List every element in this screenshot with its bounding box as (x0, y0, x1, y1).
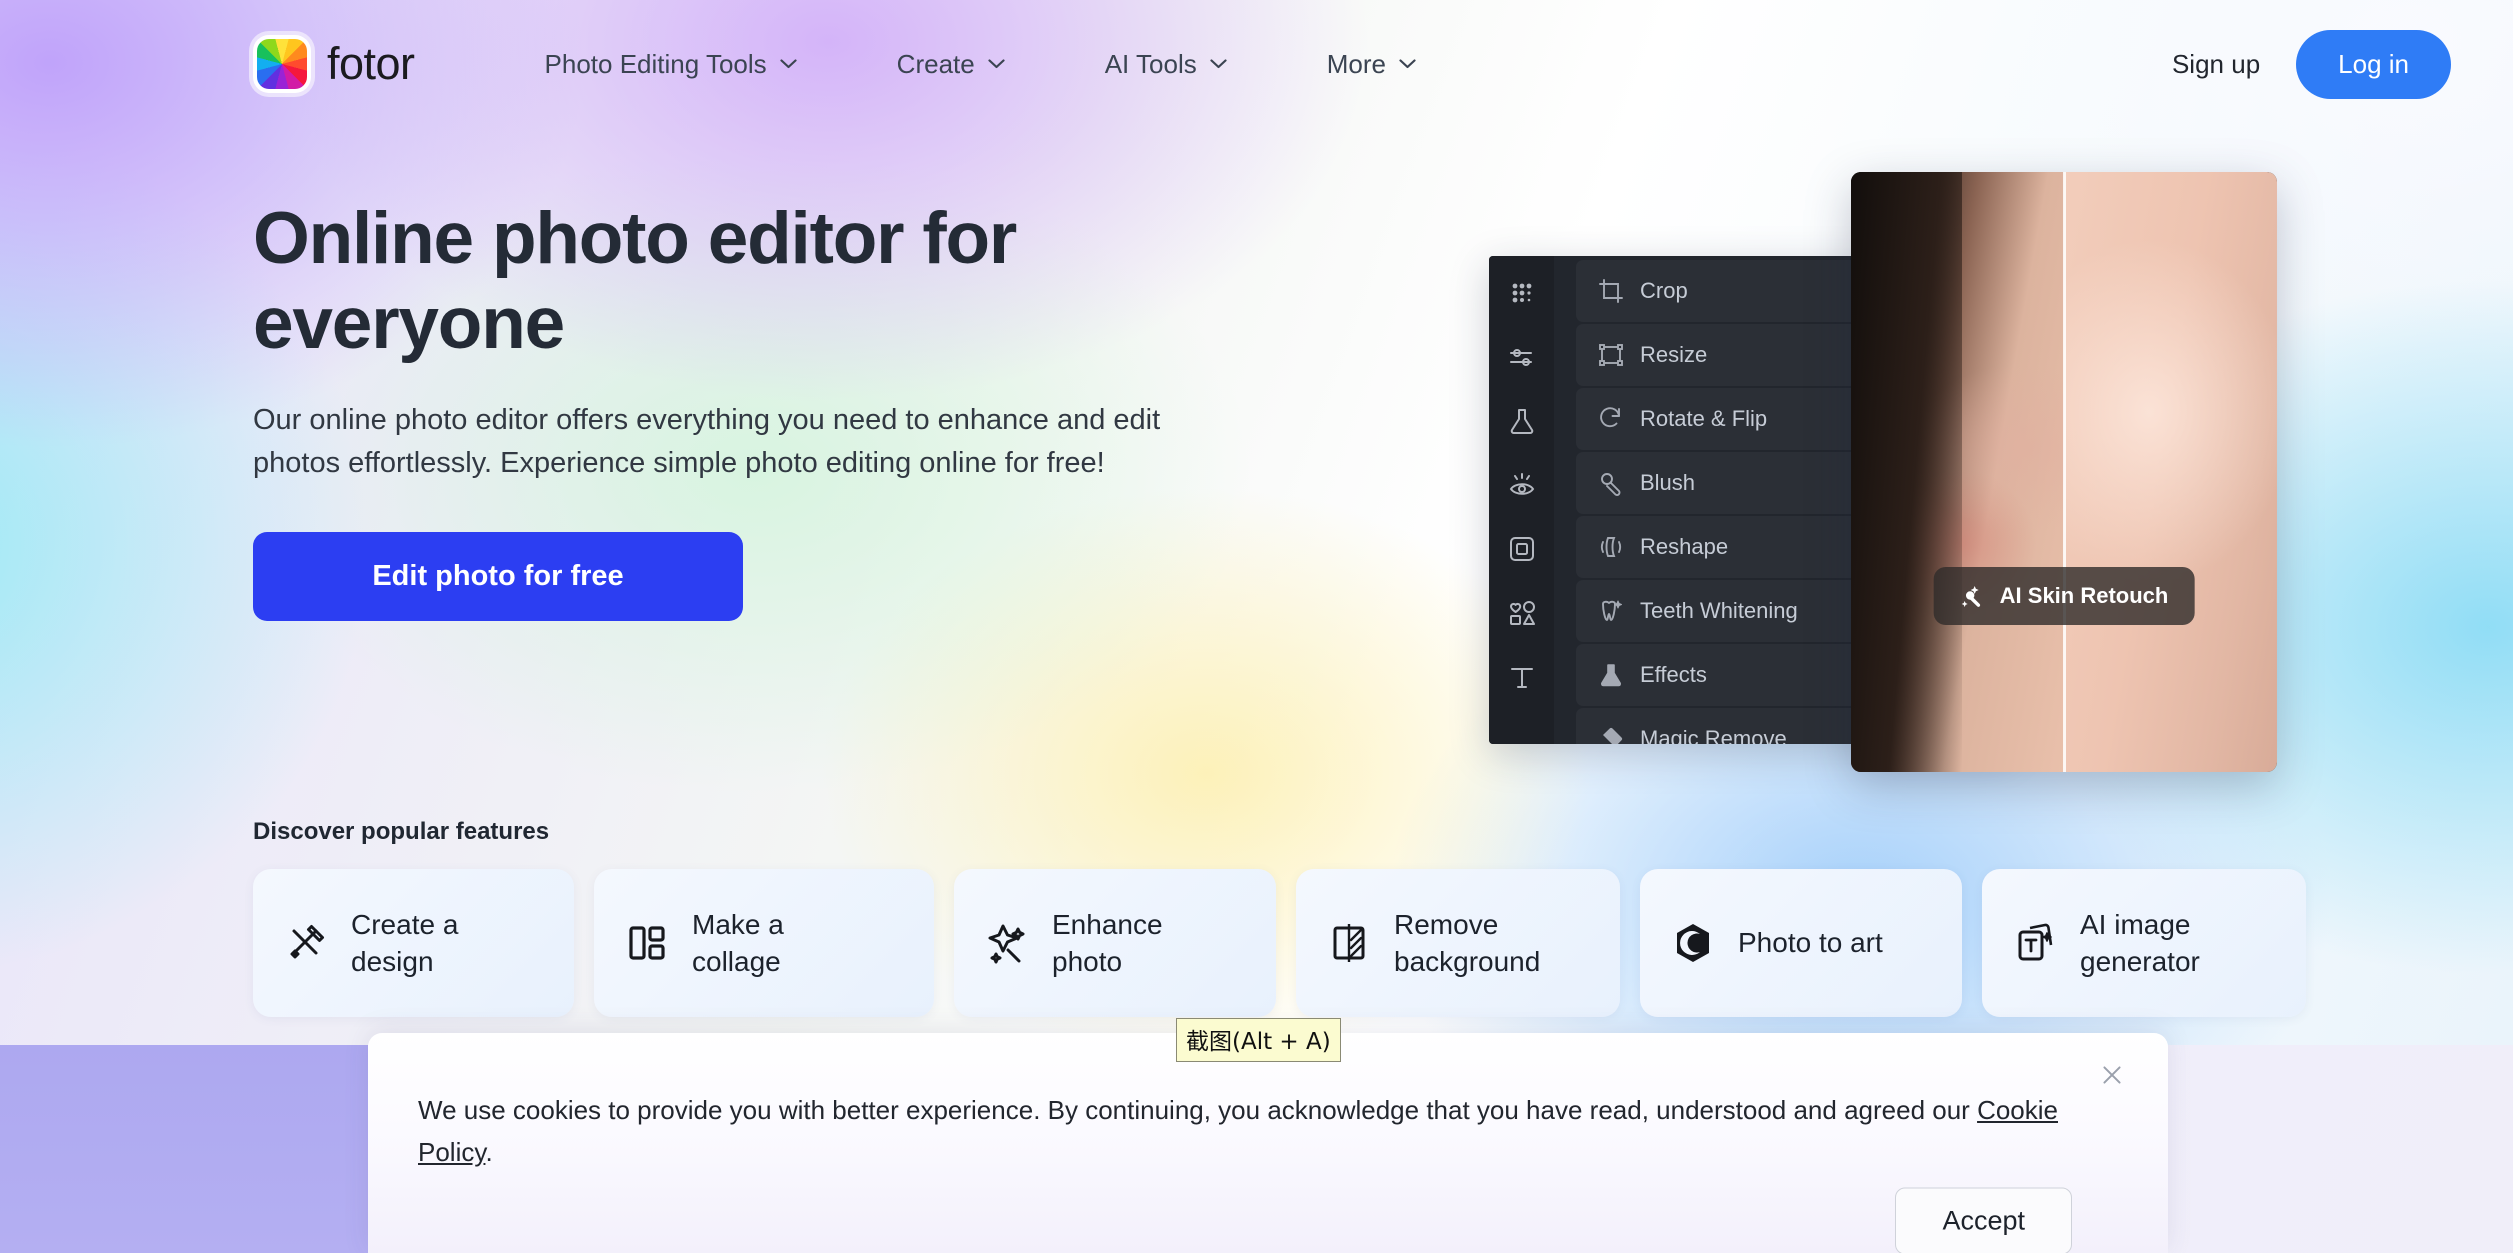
resize-icon (1598, 342, 1624, 368)
nav-item-create[interactable]: Create (847, 49, 1055, 80)
magic-sparkle-icon (984, 920, 1030, 966)
photo-hair-shadow (1851, 172, 1962, 772)
sign-up-button[interactable]: Sign up (2172, 49, 2260, 80)
ai-image-generator-icon (2012, 920, 2058, 966)
nav-item-more[interactable]: More (1277, 49, 1466, 80)
feature-card-list: Create a design Make a collage Enhance p… (253, 869, 2306, 1017)
header-actions: Sign up Log in (2172, 29, 2451, 99)
badge-label: AI Skin Retouch (1999, 583, 2169, 608)
crop-icon (1598, 278, 1624, 304)
text-icon[interactable] (1507, 662, 1537, 692)
beauty-eye-icon[interactable] (1507, 470, 1537, 500)
feature-card-label: Remove background (1394, 908, 1541, 977)
editor-tool-label: Magic Remove (1640, 726, 1787, 744)
editor-tool-label: Resize (1640, 342, 1708, 367)
feature-card-create-a-design[interactable]: Create a design (253, 869, 574, 1017)
feature-card-label: Enhance photo (1052, 908, 1163, 977)
cookie-consent-banner: We use cookies to provide you with bette… (368, 1033, 2168, 1253)
nav-label: More (1326, 48, 1386, 79)
blush-icon (1598, 470, 1624, 496)
shapes-icon[interactable] (1507, 598, 1537, 628)
feature-card-label: Photo to art (1738, 927, 1883, 959)
editor-tool-label: Effects (1640, 662, 1707, 687)
nav-label: AI Tools (1104, 48, 1197, 79)
chevron-down-icon (780, 59, 797, 69)
reshape-icon (1598, 534, 1624, 560)
brand-logo[interactable]: fotor (253, 35, 415, 93)
collage-grid-icon (624, 920, 670, 966)
editor-tool-label: Blush (1640, 470, 1696, 495)
log-in-button[interactable]: Log in (2296, 29, 2451, 99)
cookie-message: We use cookies to provide you with bette… (418, 1089, 2058, 1173)
feature-card-label: Make a collage (692, 908, 784, 977)
photo-after-half (2064, 172, 2277, 772)
cookie-text-before: We use cookies to provide you with bette… (418, 1095, 1978, 1125)
page-title: Online photo editor for everyone (253, 198, 1017, 365)
hero-subtitle: Our online photo editor offers everythin… (253, 403, 1161, 479)
feature-card-make-a-collage[interactable]: Make a collage (594, 869, 934, 1017)
ai-skin-retouch-badge[interactable]: AI Skin Retouch (1933, 567, 2195, 625)
feature-card-enhance-photo[interactable]: Enhance photo (954, 869, 1276, 1017)
hero-section: Online photo editor for everyone Our onl… (253, 196, 1253, 621)
editor-tool-label: Teeth Whitening (1640, 598, 1798, 623)
nav-label: Create (896, 48, 975, 79)
chevron-down-icon (1399, 59, 1416, 69)
editor-tool-rail (1489, 256, 1554, 744)
cookie-text-after: . (485, 1137, 493, 1168)
feature-card-remove-background[interactable]: Remove background (1296, 869, 1620, 1017)
edit-photo-for-free-button[interactable]: Edit photo for free (253, 531, 743, 621)
before-after-photo-preview[interactable]: AI Skin Retouch (1851, 172, 2277, 772)
remove-background-icon (1326, 920, 1372, 966)
screenshot-shortcut-tooltip: 截图(Alt + A) (1176, 1018, 1341, 1062)
chevron-down-icon (988, 59, 1005, 69)
feature-card-label: AI image generator (2080, 908, 2200, 977)
adjust-sliders-icon[interactable] (1507, 342, 1537, 372)
chevron-down-icon (1210, 59, 1227, 69)
pencil-ruler-icon (283, 920, 329, 966)
nav-item-photo-editing-tools[interactable]: Photo Editing Tools (495, 49, 847, 80)
feature-card-ai-image-generator[interactable]: AI image generator (1982, 869, 2306, 1017)
next-section-purple-block (0, 1045, 368, 1253)
close-icon[interactable] (2092, 1055, 2132, 1095)
editor-mockup: Crop Resize Rotate & Flip Blush Reshape … (1489, 172, 2277, 772)
before-after-split-line[interactable] (2063, 172, 2066, 772)
effects-icon (1598, 662, 1624, 688)
brand-name: fotor (327, 38, 415, 89)
site-header: fotor Photo Editing Tools Create AI Tool… (0, 0, 2513, 128)
accept-cookies-button[interactable]: Accept (1895, 1187, 2072, 1253)
fotor-color-wheel-icon (253, 35, 311, 93)
popular-features-section: Discover popular features Create a desig… (253, 818, 2306, 1017)
features-heading: Discover popular features (253, 818, 550, 845)
apps-grid-icon[interactable] (1507, 278, 1537, 308)
nav-item-ai-tools[interactable]: AI Tools (1055, 49, 1277, 80)
page-root: fotor Photo Editing Tools Create AI Tool… (0, 0, 2513, 1253)
feature-card-label: Create a design (351, 908, 459, 977)
editor-tool-label: Rotate & Flip (1640, 406, 1768, 431)
magic-remove-icon (1598, 726, 1624, 744)
feature-card-photo-to-art[interactable]: Photo to art (1640, 869, 1962, 1017)
frame-icon[interactable] (1507, 534, 1537, 564)
rotate-flip-icon (1598, 406, 1624, 432)
main-nav: Photo Editing Tools Create AI Tools More (495, 49, 1466, 80)
ai-skin-retouch-icon (1960, 583, 1986, 609)
flask-effects-icon[interactable] (1507, 406, 1537, 436)
editor-tool-label: Crop (1640, 278, 1688, 303)
photo-to-art-icon (1670, 920, 1716, 966)
teeth-whitening-icon (1598, 598, 1624, 624)
nav-label: Photo Editing Tools (544, 48, 767, 79)
editor-tool-label: Reshape (1640, 534, 1729, 559)
